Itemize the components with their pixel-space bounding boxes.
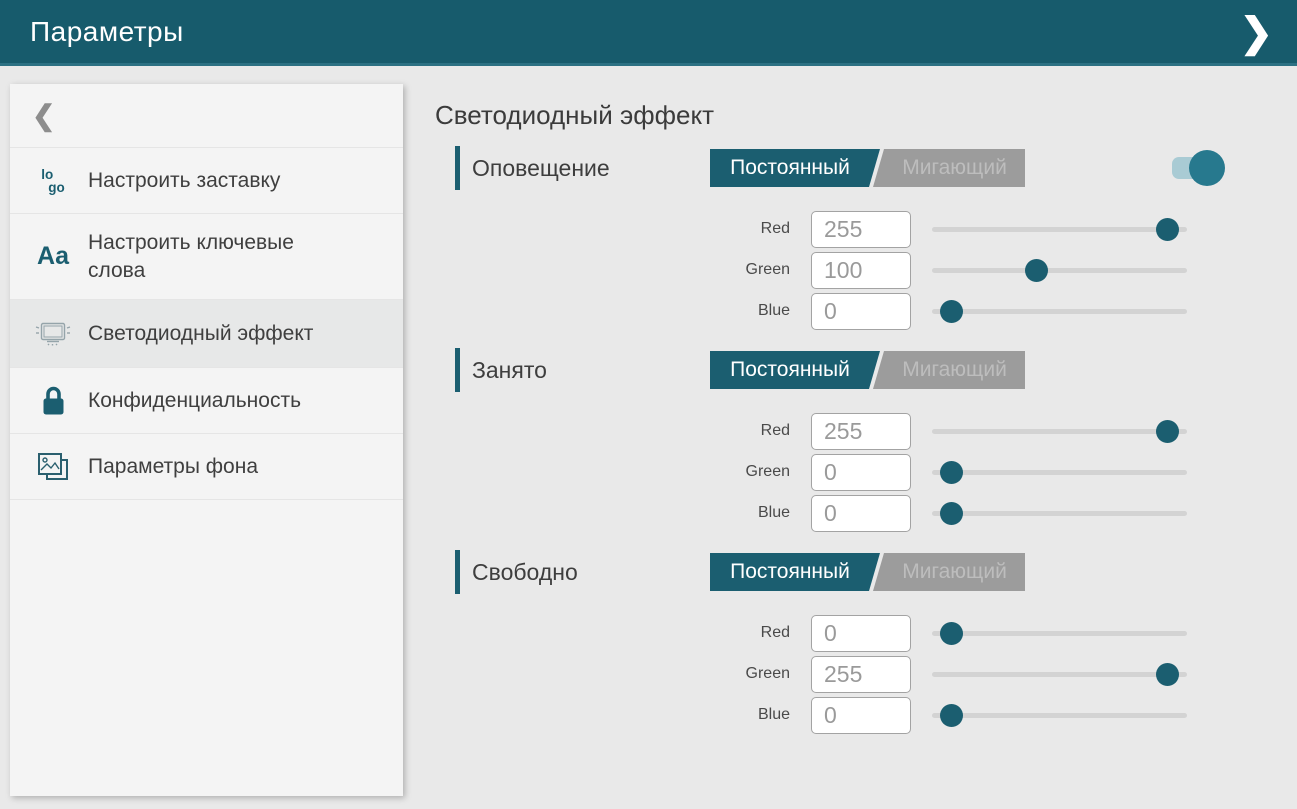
image-icon xyxy=(32,450,74,484)
sidebar-item-splash-screen[interactable]: logo Настроить заставку xyxy=(10,148,403,214)
slider-track xyxy=(932,672,1187,677)
section-alert: Оповещение Мигающий Постоянный Red xyxy=(435,146,1297,329)
monitor-led-icon xyxy=(32,318,74,350)
green-slider[interactable] xyxy=(932,252,1187,288)
slider-track xyxy=(932,268,1187,273)
blue-slider[interactable] xyxy=(932,495,1187,531)
tab-solid[interactable]: Постоянный xyxy=(710,351,880,389)
main-content: Светодиодный эффект Оповещение Мигающий … xyxy=(435,69,1297,809)
green-value-input[interactable] xyxy=(811,454,911,491)
toggle-knob xyxy=(1189,150,1225,186)
blue-row: Blue xyxy=(435,293,1297,329)
mode-tabs: Мигающий Постоянный xyxy=(710,351,1025,389)
mode-tabs: Мигающий Постоянный xyxy=(710,149,1025,187)
section-free: Свободно Мигающий Постоянный Red Green xyxy=(435,550,1297,733)
green-label: Green xyxy=(435,665,790,683)
slider-thumb[interactable] xyxy=(940,502,963,525)
sidebar-item-label: Настроить ключевые слова xyxy=(88,229,328,284)
sidebar-item-label: Конфиденциальность xyxy=(88,387,301,414)
slider-thumb[interactable] xyxy=(940,300,963,323)
sidebar-item-label: Светодиодный эффект xyxy=(88,320,313,347)
section-busy: Занято Мигающий Постоянный Red Green xyxy=(435,348,1297,531)
slider-thumb[interactable] xyxy=(940,704,963,727)
slider-track xyxy=(932,309,1187,314)
blue-value-input[interactable] xyxy=(811,293,911,330)
slider-track xyxy=(932,429,1187,434)
red-label: Red xyxy=(435,624,790,642)
slider-track xyxy=(932,470,1187,475)
blue-label: Blue xyxy=(435,504,790,522)
blue-slider[interactable] xyxy=(932,697,1187,733)
red-slider[interactable] xyxy=(932,615,1187,651)
blue-label: Blue xyxy=(435,302,790,320)
sidebar-item-privacy[interactable]: Конфиденциальность xyxy=(10,368,403,434)
logo-icon: logo xyxy=(32,168,74,194)
slider-track xyxy=(932,631,1187,636)
section-accent-bar xyxy=(455,146,460,190)
app-title: Параметры xyxy=(30,16,184,48)
page-title: Светодиодный эффект xyxy=(435,100,1297,131)
slider-track xyxy=(932,713,1187,718)
tab-solid[interactable]: Постоянный xyxy=(710,149,880,187)
blue-row: Blue xyxy=(435,697,1297,733)
blue-row: Blue xyxy=(435,495,1297,531)
green-label: Green xyxy=(435,463,790,481)
red-row: Red xyxy=(435,413,1297,449)
sidebar-back-button[interactable]: ❮ xyxy=(10,84,403,148)
slider-thumb[interactable] xyxy=(940,461,963,484)
blue-slider[interactable] xyxy=(932,293,1187,329)
red-slider[interactable] xyxy=(932,211,1187,247)
section-accent-bar xyxy=(455,348,460,392)
section-title: Занято xyxy=(472,357,710,384)
green-slider[interactable] xyxy=(932,656,1187,692)
lock-icon xyxy=(32,384,74,418)
sidebar-item-keywords[interactable]: Aa Настроить ключевые слова xyxy=(10,214,403,300)
back-chevron-icon: ❮ xyxy=(32,99,55,132)
blue-value-input[interactable] xyxy=(811,495,911,532)
text-aa-icon: Aa xyxy=(32,242,74,271)
sidebar: ❮ logo Настроить заставку Aa Настроить к… xyxy=(10,84,403,796)
slider-thumb[interactable] xyxy=(1025,259,1048,282)
slider-thumb[interactable] xyxy=(940,622,963,645)
slider-track xyxy=(932,227,1187,232)
green-value-input[interactable] xyxy=(811,656,911,693)
slider-thumb[interactable] xyxy=(1156,663,1179,686)
red-label: Red xyxy=(435,422,790,440)
sidebar-item-background[interactable]: Параметры фона xyxy=(10,434,403,500)
blue-value-input[interactable] xyxy=(811,697,911,734)
red-value-input[interactable] xyxy=(811,615,911,652)
green-row: Green xyxy=(435,656,1297,692)
green-slider[interactable] xyxy=(932,454,1187,490)
slider-thumb[interactable] xyxy=(1156,420,1179,443)
red-slider[interactable] xyxy=(932,413,1187,449)
slider-track xyxy=(932,511,1187,516)
section-accent-bar xyxy=(455,550,460,594)
red-row: Red xyxy=(435,615,1297,651)
red-value-input[interactable] xyxy=(811,413,911,450)
mode-tabs: Мигающий Постоянный xyxy=(710,553,1025,591)
section-title: Свободно xyxy=(472,559,710,586)
app-header: Параметры ❯ xyxy=(0,0,1297,66)
red-row: Red xyxy=(435,211,1297,247)
sidebar-item-label: Настроить заставку xyxy=(88,167,280,194)
tab-blinking-label[interactable]: Мигающий xyxy=(884,553,1025,591)
slider-thumb[interactable] xyxy=(1156,218,1179,241)
forward-chevron-icon[interactable]: ❯ xyxy=(1231,4,1281,62)
green-row: Green xyxy=(435,454,1297,490)
red-label: Red xyxy=(435,220,790,238)
section-title: Оповещение xyxy=(472,155,710,182)
sidebar-item-led-effect[interactable]: Светодиодный эффект xyxy=(10,300,403,368)
green-value-input[interactable] xyxy=(811,252,911,289)
green-label: Green xyxy=(435,261,790,279)
tab-solid[interactable]: Постоянный xyxy=(710,553,880,591)
green-row: Green xyxy=(435,252,1297,288)
red-value-input[interactable] xyxy=(811,211,911,248)
blue-label: Blue xyxy=(435,706,790,724)
sidebar-item-label: Параметры фона xyxy=(88,453,258,480)
tab-blinking-label[interactable]: Мигающий xyxy=(884,351,1025,389)
tab-blinking-label[interactable]: Мигающий xyxy=(884,149,1025,187)
alert-toggle-switch[interactable] xyxy=(1172,148,1225,188)
